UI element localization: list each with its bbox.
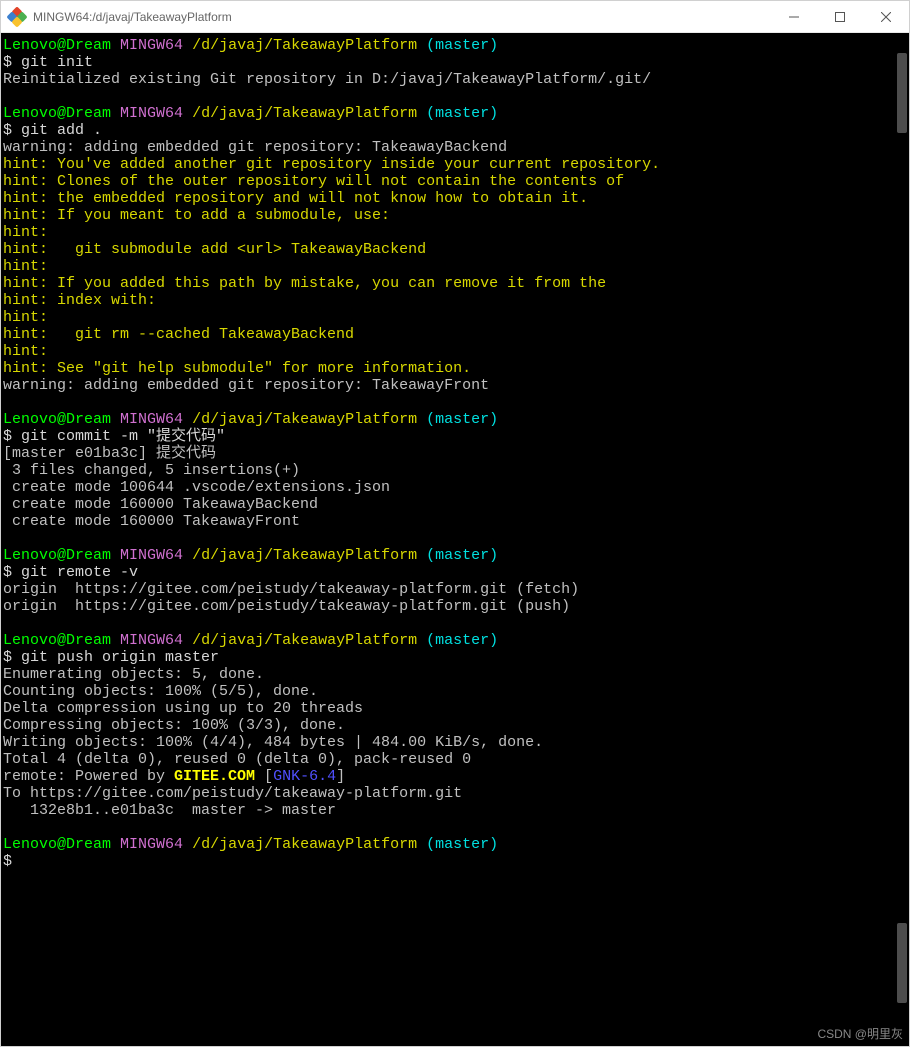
prompt-line: Lenovo@Dream MINGW64 /d/javaj/TakeawayPl… xyxy=(3,547,907,564)
maximize-button[interactable] xyxy=(817,1,863,33)
output-line: origin https://gitee.com/peistudy/takeaw… xyxy=(3,598,907,615)
titlebar[interactable]: MINGW64:/d/javaj/TakeawayPlatform xyxy=(1,1,909,33)
prompt-line: Lenovo@Dream MINGW64 /d/javaj/TakeawayPl… xyxy=(3,632,907,649)
output-line: hint: xyxy=(3,309,907,326)
prompt-line: Lenovo@Dream MINGW64 /d/javaj/TakeawayPl… xyxy=(3,411,907,428)
output-line: hint: git rm --cached TakeawayBackend xyxy=(3,326,907,343)
output-line: Enumerating objects: 5, done. xyxy=(3,666,907,683)
output-line: remote: Powered by GITEE.COM [GNK-6.4] xyxy=(3,768,907,785)
scrollbar-thumb[interactable] xyxy=(897,53,907,133)
watermark: CSDN @明里灰 xyxy=(817,1025,903,1042)
output-line: 3 files changed, 5 insertions(+) xyxy=(3,462,907,479)
output-line: hint: xyxy=(3,343,907,360)
output-line: create mode 160000 TakeawayBackend xyxy=(3,496,907,513)
output-line: hint: git submodule add <url> TakeawayBa… xyxy=(3,241,907,258)
output-line: Delta compression using up to 20 threads xyxy=(3,700,907,717)
output-line: Reinitialized existing Git repository in… xyxy=(3,71,907,88)
output-line: hint: See "git help submodule" for more … xyxy=(3,360,907,377)
minimize-icon xyxy=(789,12,799,22)
output-line: hint: xyxy=(3,224,907,241)
output-line: 132e8b1..e01ba3c master -> master xyxy=(3,802,907,819)
prompt-line: Lenovo@Dream MINGW64 /d/javaj/TakeawayPl… xyxy=(3,105,907,122)
output-line: hint: xyxy=(3,258,907,275)
command-line: $ git init xyxy=(3,54,907,71)
prompt-line: Lenovo@Dream MINGW64 /d/javaj/TakeawayPl… xyxy=(3,37,907,54)
minimize-button[interactable] xyxy=(771,1,817,33)
output-line: To https://gitee.com/peistudy/takeaway-p… xyxy=(3,785,907,802)
output-line: origin https://gitee.com/peistudy/takeaw… xyxy=(3,581,907,598)
output-line: Total 4 (delta 0), reused 0 (delta 0), p… xyxy=(3,751,907,768)
output-line: hint: You've added another git repositor… xyxy=(3,156,907,173)
output-line: hint: If you meant to add a submodule, u… xyxy=(3,207,907,224)
terminal-output[interactable]: Lenovo@Dream MINGW64 /d/javaj/TakeawayPl… xyxy=(1,33,909,1046)
output-line: hint: Clones of the outer repository wil… xyxy=(3,173,907,190)
close-icon xyxy=(881,12,891,22)
command-line: $ git commit -m "提交代码" xyxy=(3,428,907,445)
command-line: $ git push origin master xyxy=(3,649,907,666)
prompt-line: Lenovo@Dream MINGW64 /d/javaj/TakeawayPl… xyxy=(3,836,907,853)
output-line: Writing objects: 100% (4/4), 484 bytes |… xyxy=(3,734,907,751)
window-controls xyxy=(771,1,909,33)
maximize-icon xyxy=(835,12,845,22)
output-line: [master e01ba3c] 提交代码 xyxy=(3,445,907,462)
blank-line xyxy=(3,394,907,411)
app-icon xyxy=(9,9,25,25)
terminal-window: MINGW64:/d/javaj/TakeawayPlatform Lenovo… xyxy=(0,0,910,1047)
output-line: warning: adding embedded git repository:… xyxy=(3,377,907,394)
blank-line xyxy=(3,88,907,105)
output-line: hint: the embedded repository and will n… xyxy=(3,190,907,207)
close-button[interactable] xyxy=(863,1,909,33)
output-line: Compressing objects: 100% (3/3), done. xyxy=(3,717,907,734)
terminal-area: Lenovo@Dream MINGW64 /d/javaj/TakeawayPl… xyxy=(1,33,909,1046)
scrollbar-thumb[interactable] xyxy=(897,923,907,1003)
output-line: create mode 100644 .vscode/extensions.js… xyxy=(3,479,907,496)
blank-line xyxy=(3,530,907,547)
command-line: $ git remote -v xyxy=(3,564,907,581)
output-line: Counting objects: 100% (5/5), done. xyxy=(3,683,907,700)
output-line: warning: adding embedded git repository:… xyxy=(3,139,907,156)
window-title: MINGW64:/d/javaj/TakeawayPlatform xyxy=(33,10,771,24)
command-line: $ xyxy=(3,853,907,870)
command-line: $ git add . xyxy=(3,122,907,139)
blank-line xyxy=(3,615,907,632)
blank-line xyxy=(3,819,907,836)
output-line: create mode 160000 TakeawayFront xyxy=(3,513,907,530)
output-line: hint: If you added this path by mistake,… xyxy=(3,275,907,292)
output-line: hint: index with: xyxy=(3,292,907,309)
